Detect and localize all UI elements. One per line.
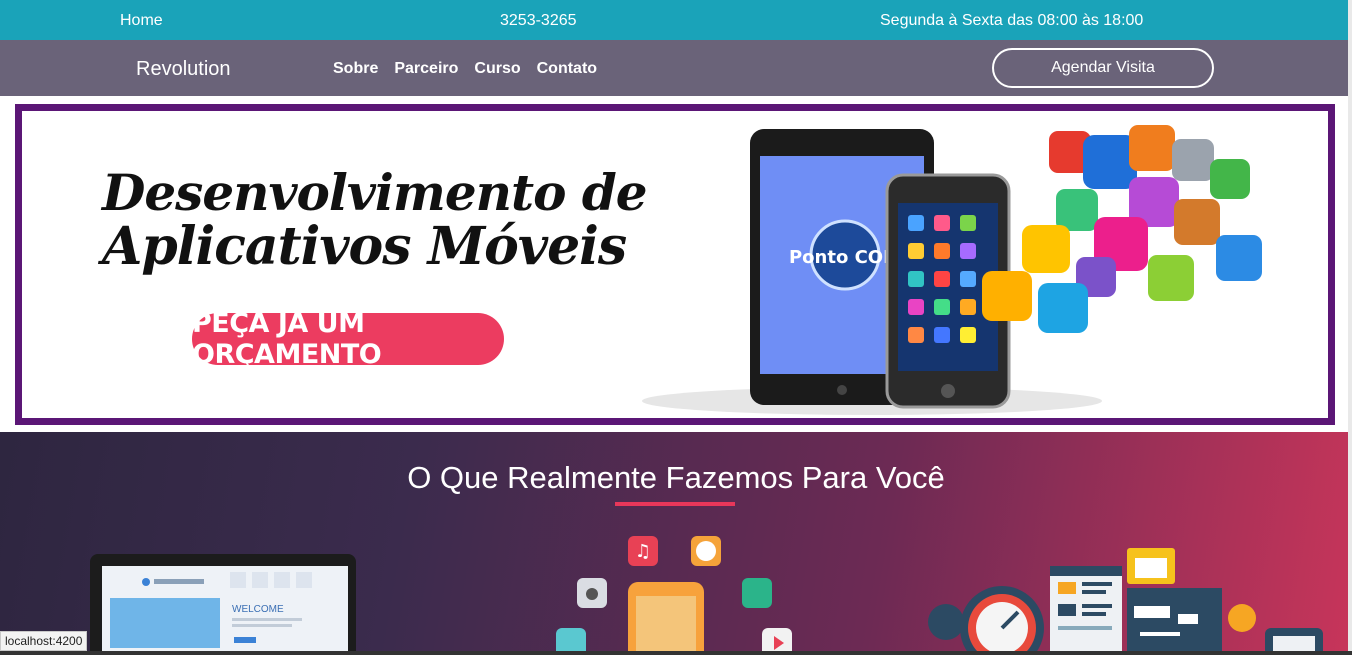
banner-title: Desenvolvimento de Aplicativos Móveis <box>102 163 648 277</box>
nav-link-parceiro[interactable]: Parceiro <box>394 60 458 78</box>
status-url-tooltip: localhost:4200 <box>0 631 88 651</box>
nav-link-contato[interactable]: Contato <box>537 60 597 78</box>
analytics-illustration <box>928 548 1323 655</box>
svg-text:♫: ♫ <box>635 541 651 562</box>
app-icons-cluster <box>982 125 1262 333</box>
mobile-apps-illustration: ♫ <box>556 536 792 655</box>
nav-link-sobre[interactable]: Sobre <box>333 60 378 78</box>
laptop-illustration: WELCOME <box>90 554 356 655</box>
ponto-com-logo-text: Ponto COM <box>789 247 901 268</box>
nav-link-curso[interactable]: Curso <box>474 60 520 78</box>
brand-logo[interactable]: Revolution <box>136 58 231 81</box>
main-navbar: Revolution Sobre Parceiro Curso Contato … <box>0 40 1352 96</box>
hero-banner[interactable]: Ponto COM Desenvolvimento de Aplicativos… <box>15 104 1335 425</box>
laptop-screen-text: WELCOME <box>232 604 284 615</box>
request-quote-button[interactable]: PEÇA JÁ UM ORÇAMENTO <box>192 308 504 370</box>
lightbulb-icon <box>1228 604 1256 632</box>
banner-title-line2: Aplicativos Móveis <box>102 216 627 277</box>
map-icon <box>742 578 772 608</box>
taskbar-edge <box>0 651 1352 655</box>
business-hours: Segunda à Sexta das 08:00 às 18:00 <box>880 12 1144 29</box>
phone-number: 3253-3265 <box>500 12 577 29</box>
top-info-bar: Home 3253-3265 Segunda à Sexta das 08:00… <box>0 0 1352 40</box>
services-illustrations: WELCOME ♫ <box>90 536 1323 655</box>
home-link[interactable]: Home <box>120 12 163 30</box>
banner-title-line1: Desenvolvimento de <box>102 163 648 222</box>
nav-links: Sobre Parceiro Curso Contato <box>333 60 597 78</box>
schedule-visit-button[interactable]: Agendar Visita <box>992 48 1214 88</box>
scrollbar[interactable] <box>1348 0 1352 655</box>
services-section: O Que Realmente Fazemos Para Você WELCOM… <box>0 432 1352 655</box>
